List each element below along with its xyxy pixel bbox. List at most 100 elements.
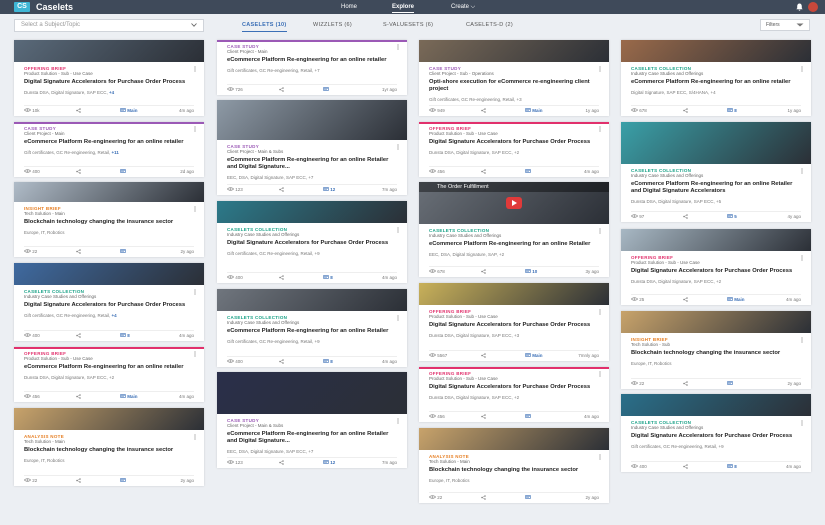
card-thumbnail[interactable] [419,428,609,450]
card-title[interactable]: eCommerce Platform Re-engineering for an… [227,431,397,445]
card-title[interactable]: Digital Signature Accelerators for Purch… [429,139,599,146]
subject-select[interactable]: Select a Subject/Topic [14,19,204,32]
card-thumbnail[interactable] [621,311,811,333]
linked-items[interactable] [727,381,734,386]
tab-caselets[interactable]: CASELETS (10) [242,22,287,32]
share-icon[interactable] [279,87,284,93]
share-icon[interactable] [683,297,688,303]
more-tags-link[interactable]: +4 [109,90,114,95]
caselet-card[interactable]: CASELETS COLLECTION Industry Case Studie… [14,263,204,341]
card-title[interactable]: Opti-shore execution for eCommerce re-en… [429,79,599,93]
caselet-card[interactable]: INSIGHT BRIEF Tech Solution - Main Block… [14,182,204,257]
card-thumbnail[interactable] [14,408,204,430]
more-tags-link[interactable]: +11 [112,150,119,155]
card-title[interactable]: eCommerce Platform Re-engineering for an… [227,157,397,171]
card-title[interactable]: Blockchain technology changing the insur… [24,219,194,226]
tab-caselets-d[interactable]: CASELETS-D (2) [466,22,513,28]
share-icon[interactable] [481,108,486,114]
caselet-card[interactable]: INSIGHT BRIEF Tech Solution - Sub Blockc… [621,311,811,389]
card-title[interactable]: Blockchain technology changing the insur… [631,350,801,357]
caselet-card[interactable]: CASELETS COLLECTION Industry Case Studie… [217,201,407,283]
caselet-card[interactable]: CASELETS COLLECTION Industry Case Studie… [621,122,811,222]
card-thumbnail[interactable] [14,263,204,285]
card-title[interactable]: eCommerce Platform Re-engineering for an… [227,328,397,335]
card-thumbnail[interactable] [217,201,407,223]
caselet-card[interactable]: CASELETS COLLECTION Industry Case Studie… [217,289,407,367]
filters-button[interactable]: Filters [760,19,810,31]
bell-icon[interactable] [796,3,803,11]
linked-items[interactable]: 5 [727,214,737,219]
linked-items[interactable]: 12 [323,460,335,465]
card-title[interactable]: Digital Signature Accelerators for Purch… [631,268,801,275]
caselet-card[interactable]: OFFERING BRIEF Product Solution - Sub - … [621,229,811,305]
share-icon[interactable] [76,394,81,400]
card-title[interactable]: Digital Signature Accelerators for Purch… [227,240,397,247]
linked-items[interactable] [120,249,127,254]
tab-wizzlets[interactable]: WIZZLETS (6) [313,22,352,28]
linked-items[interactable]: 12 [323,187,335,192]
card-title[interactable]: Blockchain technology changing the insur… [24,447,194,454]
card-title[interactable]: Blockchain technology changing the insur… [429,467,599,474]
card-title[interactable]: eCommerce Platform Re-engineering for an… [631,79,801,86]
linked-items[interactable] [525,495,532,500]
share-icon[interactable] [76,108,81,114]
app-title[interactable]: Caselets [36,1,73,13]
card-thumbnail[interactable] [621,229,811,251]
caselet-card[interactable]: ANALYSIS NOTE Tech Solution - Main Block… [14,408,204,486]
card-thumbnail[interactable] [419,40,609,62]
card-thumbnail[interactable] [217,100,407,140]
caselet-card[interactable]: OFFERING BRIEF Product Solution - Sub - … [419,367,609,422]
linked-items[interactable] [323,87,330,92]
share-icon[interactable] [481,269,486,275]
card-thumbnail[interactable] [217,289,407,311]
share-icon[interactable] [481,495,486,501]
card-thumbnail[interactable] [621,40,811,62]
share-icon[interactable] [279,359,284,365]
play-icon[interactable] [506,197,522,209]
share-icon[interactable] [279,187,284,193]
share-icon[interactable] [481,414,486,420]
linked-items[interactable]: 8 [727,464,737,469]
linked-items[interactable]: Main [727,297,745,302]
caselet-card[interactable]: CASE STUDY Client Project - Main eCommer… [217,40,407,95]
card-title[interactable]: eCommerce Platform Re-engineering for an… [24,364,194,371]
app-logo[interactable]: CS [14,2,30,12]
caselet-card[interactable]: CASE STUDY Client Project - Sub - Operat… [419,40,609,116]
nav-home[interactable]: Home [341,2,357,12]
share-icon[interactable] [683,381,688,387]
linked-items[interactable] [120,478,127,483]
linked-items[interactable]: Main [120,108,138,113]
share-icon[interactable] [683,214,688,220]
card-title[interactable]: Digital Signature Accelerators for Purch… [429,384,599,391]
linked-items[interactable]: 8 [323,275,333,280]
card-title[interactable]: Digital Signature Accelerators for Purch… [631,433,801,440]
card-thumbnail[interactable] [621,394,811,416]
card-thumbnail[interactable] [14,40,204,62]
card-thumbnail[interactable] [419,283,609,305]
caselet-card[interactable]: OFFERING BRIEF Product Solution - Sub - … [14,40,204,116]
share-icon[interactable] [76,478,81,484]
caselet-card[interactable]: CASE STUDY Client Project - Main & Subs … [217,372,407,468]
card-title[interactable]: eCommerce Platform Re-engineering for an… [631,181,801,195]
nav-explore[interactable]: Explore [392,2,415,13]
card-title[interactable]: Digital Signature Accelerators for Purch… [24,79,194,86]
share-icon[interactable] [481,169,486,175]
caselet-card[interactable]: The Order Fulfillment CASELETS COLLECTIO… [419,182,609,277]
share-icon[interactable] [683,464,688,470]
caselet-card[interactable]: OFFERING BRIEF Product Solution - Sub - … [14,347,204,402]
caselet-card[interactable]: CASE STUDY Client Project - Main & Subs … [217,100,407,195]
caselet-card[interactable]: ANALYSIS NOTE Tech Solution - Main Block… [419,428,609,503]
linked-items[interactable]: 8 [120,333,130,338]
user-avatar[interactable] [808,2,818,12]
tab-s-valuesets[interactable]: S-VALUESETS (6) [383,22,433,28]
linked-items[interactable]: 8 [727,108,737,113]
card-title[interactable]: Digital Signature Accelerators for Purch… [429,322,599,329]
caselet-card[interactable]: OFFERING BRIEF Product Solution - Sub - … [419,122,609,177]
card-title[interactable]: eCommerce Platform Re-engineering for an… [24,139,194,146]
share-icon[interactable] [76,249,81,255]
card-thumbnail[interactable] [217,372,407,414]
more-tags-link[interactable]: +4 [112,313,117,318]
caselet-card[interactable]: CASELETS COLLECTION Industry Case Studie… [621,40,811,116]
linked-items[interactable] [525,414,532,419]
share-icon[interactable] [481,353,486,359]
